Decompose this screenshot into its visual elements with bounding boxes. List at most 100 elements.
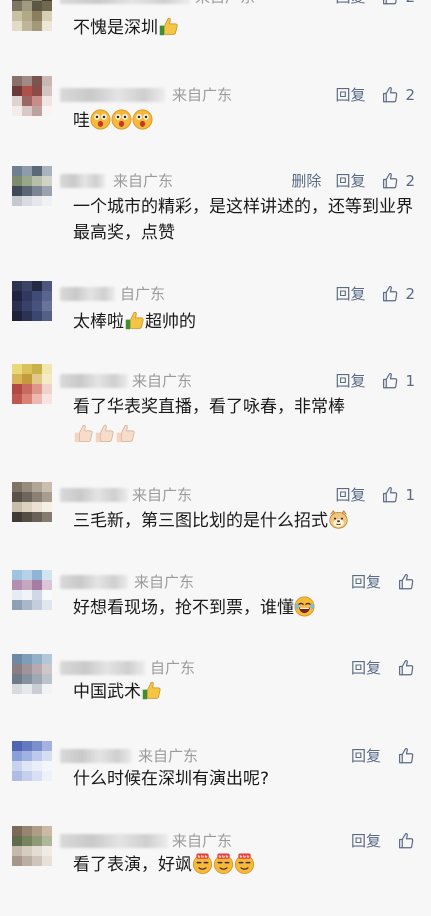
nickname-blurred[interactable]	[60, 749, 132, 763]
nickname-blurred[interactable]	[60, 488, 128, 502]
comment-text-main: 看了华表奖直播，看了咏春，非常棒	[73, 397, 345, 417]
region-label: 自广东	[120, 285, 166, 303]
comment-actions: 回复	[351, 659, 415, 677]
comment-text-main: 太棒啦	[73, 312, 124, 332]
avatar[interactable]	[12, 826, 52, 866]
comment-item: 来自广东 回复 1 看了华表奖直播，看了咏春，非常棒	[0, 364, 431, 454]
avatar[interactable]	[12, 76, 52, 116]
like-button[interactable]: 2	[381, 285, 415, 303]
emoji-row	[73, 422, 413, 448]
nickname-blurred[interactable]	[60, 374, 128, 388]
reply-button[interactable]: 回复	[351, 747, 381, 765]
comment-item: 自广东 回复 中国武术	[0, 654, 431, 744]
nickname-blurred[interactable]	[60, 834, 168, 848]
nickname-blurred[interactable]	[60, 661, 145, 675]
like-button[interactable]: 1	[381, 372, 415, 390]
thumbs-up-icon	[397, 832, 415, 850]
comment-text: 什么时候在深圳有演出呢?	[73, 766, 413, 792]
reply-button[interactable]: 回复	[351, 573, 381, 591]
comment-item: 来自广东 回复 什么时候在深圳有演出呢?	[0, 741, 431, 831]
comment-text-main: 看了表演，好飒	[73, 855, 192, 875]
nickname-blurred[interactable]	[60, 0, 190, 4]
doge-face-icon	[328, 509, 349, 530]
like-button[interactable]	[397, 573, 415, 591]
like-button[interactable]: 2	[381, 172, 415, 190]
thumbs-up-icon	[124, 310, 145, 331]
nickname-blurred[interactable]	[60, 575, 128, 589]
reply-button[interactable]: 回复	[335, 486, 365, 504]
thumbs-up-icon	[381, 0, 399, 6]
reply-button[interactable]: 回复	[335, 86, 365, 104]
nickname-blurred[interactable]	[60, 88, 165, 102]
comment-text: 哇	[73, 108, 413, 134]
comment-text-main: 三毛新，第三图比划的是什么招式	[73, 511, 328, 531]
region-label: 来自广东	[172, 832, 233, 850]
avatar[interactable]	[12, 281, 52, 321]
like-count: 2	[405, 86, 415, 104]
comment-item: 来自广东 回复看了表演，好飒	[0, 826, 431, 916]
region-label: 自广东	[150, 659, 196, 677]
astonished-face-icon	[111, 109, 132, 130]
like-button[interactable]	[397, 747, 415, 765]
light-thumbs-up-icon	[73, 423, 94, 444]
nickname-blurred[interactable]	[60, 174, 105, 188]
thumbs-up-icon	[141, 680, 162, 701]
thumbs-up-icon	[397, 573, 415, 591]
thumbs-up-icon	[397, 659, 415, 677]
avatar[interactable]	[12, 741, 52, 781]
thumbs-up-icon	[381, 285, 399, 303]
reply-button[interactable]: 回复	[351, 832, 381, 850]
avatar[interactable]	[12, 166, 52, 206]
light-thumbs-up-icon	[94, 423, 115, 444]
thumbs-up-icon	[381, 86, 399, 104]
comment-actions: 回复 2	[335, 285, 415, 303]
like-button[interactable]: 2	[381, 0, 415, 6]
like-button[interactable]: 1	[381, 486, 415, 504]
avatar[interactable]	[12, 570, 52, 610]
thumbs-up-icon	[381, 172, 399, 190]
comment-actions: 回复 1	[335, 486, 415, 504]
like-count: 1	[405, 372, 415, 390]
reply-button[interactable]: 回复	[351, 659, 381, 677]
comment-actions: 回复	[351, 573, 415, 591]
comment-text-main: 哇	[73, 111, 90, 131]
comment-text-tail: 超帅的	[145, 312, 196, 332]
comment-actions: 回复 2	[335, 0, 415, 6]
comment-actions: 回复 2	[335, 86, 415, 104]
comment-actions: 回复	[351, 832, 415, 850]
comment-actions: 删除 回复 2	[291, 172, 415, 190]
666-face-icon	[234, 853, 255, 874]
like-count: 2	[405, 285, 415, 303]
thumbs-up-icon	[158, 16, 179, 37]
region-label: 来自广东	[172, 86, 233, 104]
comment-item: 来自广东 回复 好想看现场，抢不到票，谁懂	[0, 570, 431, 660]
comment-item: 来自广东 删除 回复 2 一个城市的精彩，是这样讲述的，还等到业界最高奖，点赞	[0, 166, 431, 256]
avatar[interactable]	[12, 482, 52, 522]
reply-button[interactable]: 回复	[335, 172, 365, 190]
comment-item: 来自广东 回复 2 哇	[0, 76, 431, 166]
like-button[interactable]	[397, 659, 415, 677]
thumbs-up-icon	[381, 372, 399, 390]
like-count: 2	[405, 0, 415, 6]
comment-text-main: 好想看现场，抢不到票，谁懂	[73, 598, 294, 618]
nickname-blurred[interactable]	[60, 287, 115, 301]
avatar[interactable]	[12, 364, 52, 404]
comment-text: 太棒啦 超帅的	[73, 309, 413, 335]
avatar[interactable]	[12, 0, 52, 31]
region-label: 来自广东	[132, 486, 193, 504]
like-button[interactable]: 2	[381, 86, 415, 104]
avatar[interactable]	[12, 654, 52, 694]
thumbs-up-icon	[381, 486, 399, 504]
comment-text-main: 什么时候在深圳有演出呢?	[73, 769, 270, 789]
delete-button[interactable]: 删除	[291, 172, 321, 190]
reply-button[interactable]: 回复	[335, 285, 365, 303]
reply-button[interactable]: 回复	[335, 0, 365, 6]
comment-actions: 回复 1	[335, 372, 415, 390]
comment-text-main: 不愧是深圳	[73, 18, 158, 38]
like-count: 2	[405, 172, 415, 190]
like-button[interactable]	[397, 832, 415, 850]
light-thumbs-up-icon	[115, 423, 136, 444]
comment-text: 一个城市的精彩，是这样讲述的，还等到业界最高奖，点赞	[73, 194, 413, 246]
reply-button[interactable]: 回复	[335, 372, 365, 390]
comment-text: 三毛新，第三图比划的是什么招式	[73, 508, 413, 534]
